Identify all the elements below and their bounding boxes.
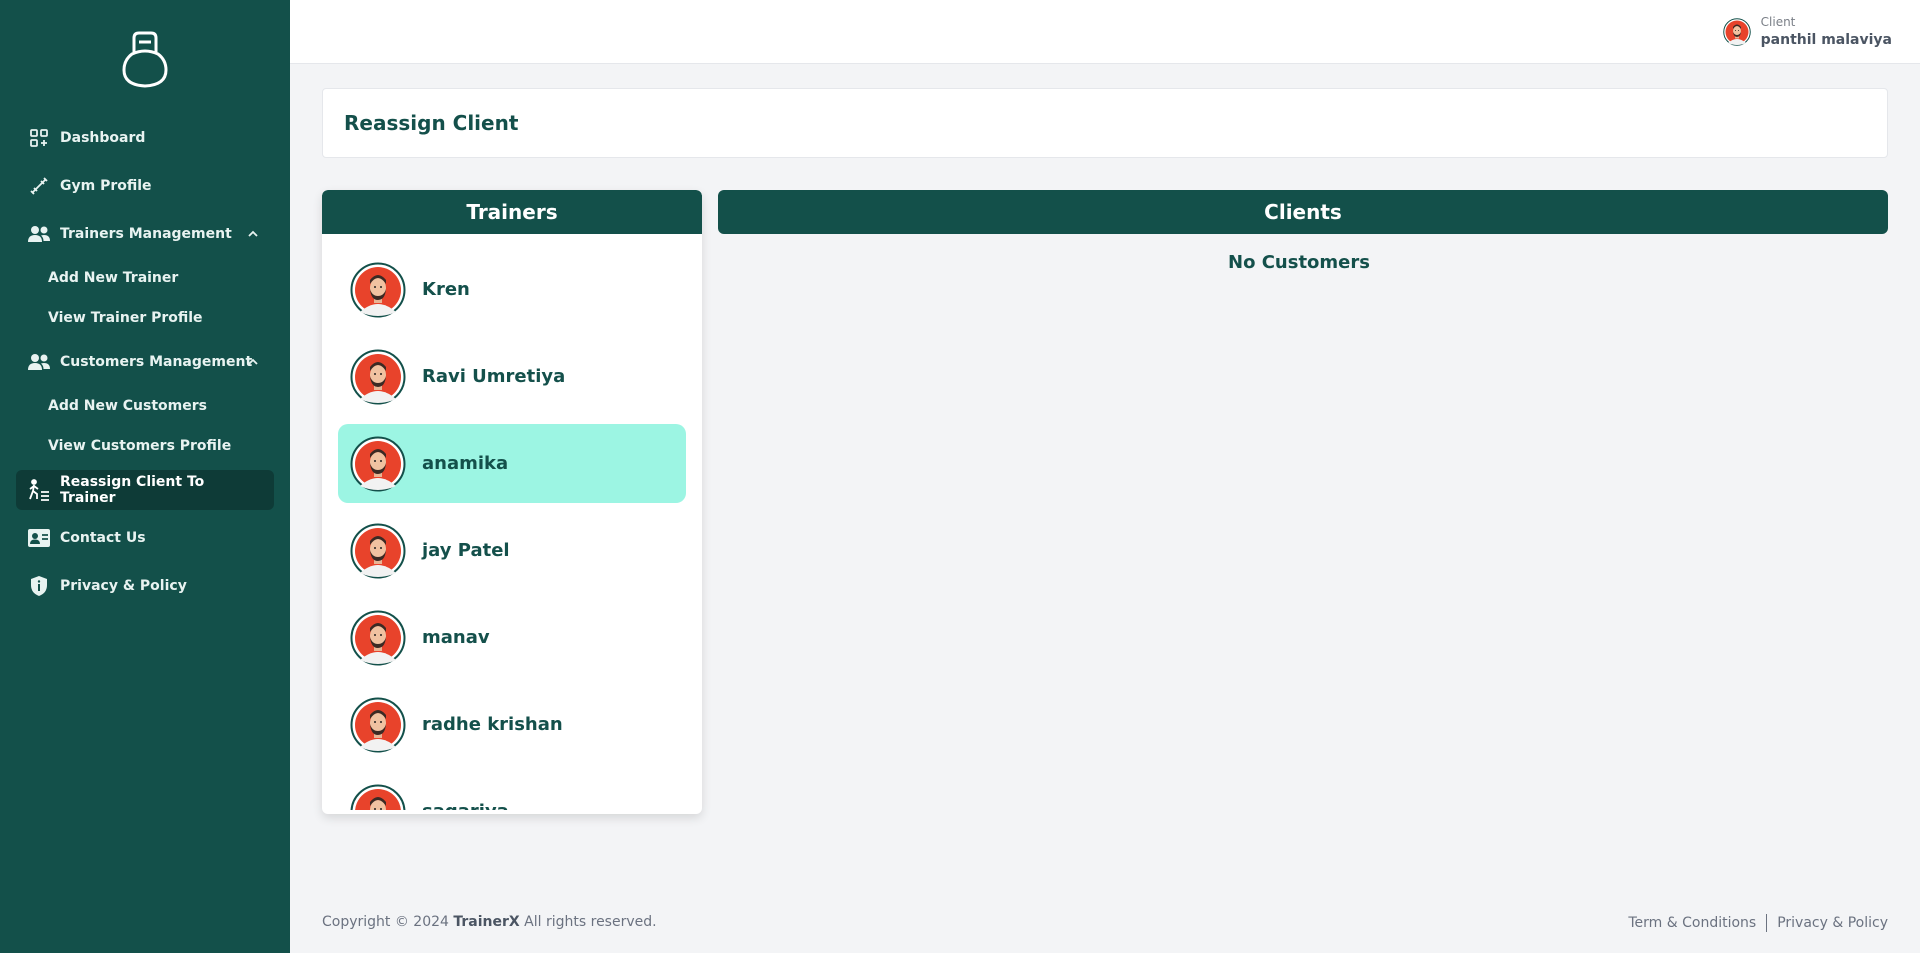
- sidebar-item-label: Privacy & Policy: [60, 578, 187, 594]
- sidebar-item-contact-us[interactable]: Contact Us: [16, 518, 274, 558]
- copyright-prefix: Copyright © 2024: [322, 914, 449, 930]
- sidebar-item-label: Contact Us: [60, 530, 146, 546]
- avatar: [350, 784, 406, 811]
- reassign-icon: [28, 479, 50, 501]
- copyright: Copyright © 2024 TrainerX All rights res…: [322, 914, 657, 930]
- trainers-panel: Trainers Kren Ravi Umretiya anamika jay …: [322, 190, 702, 814]
- trainer-item[interactable]: Ravi Umretiya: [338, 337, 686, 416]
- user-menu[interactable]: Client panthil malaviya: [1723, 14, 1892, 50]
- trainer-name: jay Patel: [422, 540, 510, 561]
- sidebar-item-label: Gym Profile: [60, 178, 152, 194]
- sidebar-item-privacy-policy[interactable]: Privacy & Policy: [16, 566, 274, 606]
- trainer-item[interactable]: radhe krishan: [338, 685, 686, 764]
- trainer-name: radhe krishan: [422, 714, 563, 735]
- dashboard-icon: [28, 127, 50, 149]
- trainer-item[interactable]: sagariya: [338, 772, 686, 810]
- sidebar-item-label: Reassign Client To Trainer: [60, 474, 205, 506]
- chevron-up-icon[interactable]: [246, 227, 260, 241]
- dumbbell-icon: [28, 175, 50, 197]
- trainer-item[interactable]: Kren: [338, 250, 686, 329]
- sidebar-item-reassign-client[interactable]: Reassign Client To Trainer: [16, 470, 274, 510]
- user-role: Client: [1760, 15, 1796, 29]
- sidebar-subitem-add-new-trainer[interactable]: Add New Trainer: [16, 262, 274, 294]
- trainer-name: Ravi Umretiya: [422, 366, 566, 387]
- user-info: Client panthil malaviya: [1761, 14, 1892, 50]
- sidebar-item-customers-management[interactable]: Customers Management: [16, 342, 274, 382]
- page-title: Reassign Client: [344, 111, 519, 135]
- brand-name: TrainerX: [453, 914, 520, 930]
- clients-panel: Clients: [718, 190, 1888, 234]
- sidebar-item-label: Trainers Management: [60, 226, 232, 242]
- sidebar-subitem-add-new-customers[interactable]: Add New Customers: [16, 390, 274, 422]
- terms-link[interactable]: Term & Conditions: [1628, 915, 1756, 931]
- avatar: [350, 349, 406, 405]
- trainers-panel-title: Trainers: [322, 190, 702, 234]
- users-icon: [28, 223, 50, 245]
- trainer-name: manav: [422, 627, 490, 648]
- sidebar-item-gym-profile[interactable]: Gym Profile: [16, 166, 274, 206]
- user-name: panthil malaviya: [1760, 32, 1892, 48]
- users-icon: [28, 351, 50, 373]
- copyright-suffix: All rights reserved.: [524, 914, 657, 930]
- footer-links: Term & Conditions Privacy & Policy: [1628, 914, 1888, 932]
- trainer-name: sagariya: [422, 801, 509, 810]
- top-bar: Client panthil malaviya: [290, 0, 1920, 64]
- page-title-card: Reassign Client: [322, 88, 1888, 158]
- trainer-item[interactable]: jay Patel: [338, 511, 686, 590]
- divider: [1766, 914, 1768, 932]
- clients-panel-title: Clients: [718, 190, 1888, 234]
- privacy-link[interactable]: Privacy & Policy: [1777, 915, 1888, 931]
- chevron-up-icon[interactable]: [246, 355, 260, 369]
- sidebar-item-dashboard[interactable]: Dashboard: [16, 118, 274, 158]
- avatar: [350, 262, 406, 318]
- avatar: [350, 697, 406, 753]
- sidebar-nav: Dashboard Gym Profile Trainers Managemen…: [16, 118, 274, 614]
- contact-card-icon: [28, 527, 50, 549]
- avatar: [350, 436, 406, 492]
- trainer-item-selected[interactable]: anamika: [338, 424, 686, 503]
- sidebar-subitem-view-trainer-profile[interactable]: View Trainer Profile: [16, 302, 274, 334]
- sidebar-item-label: Dashboard: [60, 130, 146, 146]
- trainer-name: anamika: [422, 453, 509, 474]
- kettlebell-icon[interactable]: [120, 30, 170, 90]
- sidebar-item-label: Customers Management: [60, 354, 253, 370]
- sidebar-item-trainers-management[interactable]: Trainers Management: [16, 214, 274, 254]
- trainer-name: Kren: [422, 279, 470, 300]
- shield-icon: [28, 575, 50, 597]
- avatar: [350, 610, 406, 666]
- empty-state-message: No Customers: [1228, 252, 1370, 273]
- trainer-item[interactable]: manav: [338, 598, 686, 677]
- avatar: [350, 523, 406, 579]
- avatar: [1723, 18, 1751, 46]
- trainer-list[interactable]: Kren Ravi Umretiya anamika jay Patel man…: [338, 250, 686, 810]
- sidebar: Dashboard Gym Profile Trainers Managemen…: [0, 0, 290, 953]
- sidebar-subitem-view-customers-profile[interactable]: View Customers Profile: [16, 430, 274, 462]
